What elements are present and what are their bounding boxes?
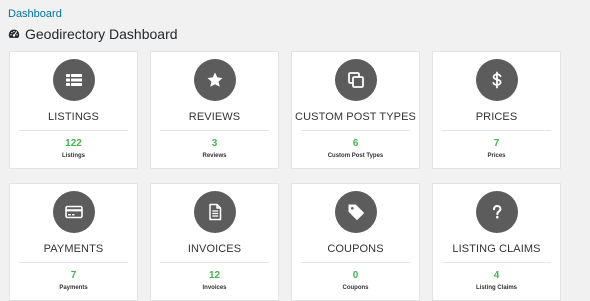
reviews-sub-label: Reviews [202, 153, 227, 159]
coupons-icon-circle [334, 191, 377, 233]
prices-title: PRICES [475, 111, 518, 123]
reviews-count: 3 [211, 138, 218, 149]
invoices-title: INVOICES [187, 243, 242, 255]
card-divider [19, 262, 128, 263]
card-divider [301, 130, 410, 131]
listing-claims-title: LISTING CLAIMS [452, 243, 541, 255]
coupons-card[interactable]: COUPONS 0 Coupons [291, 183, 420, 301]
question-icon [492, 204, 501, 219]
breadcrumb-dashboard-link[interactable]: Dashboard [8, 8, 62, 20]
reviews-card[interactable]: REVIEWS 3 Reviews [150, 51, 279, 169]
payments-count: 7 [70, 270, 77, 281]
coupons-count: 0 [352, 270, 359, 281]
invoices-count: 12 [208, 270, 221, 281]
custom-post-types-count: 6 [352, 138, 359, 149]
listing-claims-icon-circle [475, 191, 518, 233]
star-icon [207, 72, 222, 87]
dashboard-gauge-icon [8, 29, 20, 38]
payments-title: PAYMENTS [43, 243, 104, 255]
custom-post-types-sub-label: Custom Post Types [327, 153, 384, 159]
card-divider [442, 262, 551, 263]
reviews-icon-circle [193, 59, 236, 101]
invoices-sub-label: Invoices [202, 285, 227, 291]
coupons-title: COUPONS [327, 243, 384, 255]
custom-post-types-card[interactable]: CUSTOM POST TYPES 6 Custom Post Types [291, 51, 420, 169]
list-icon [65, 74, 82, 86]
payments-card[interactable]: PAYMENTS 7 Payments [9, 183, 138, 301]
payments-icon-circle [52, 191, 95, 233]
custom-post-types-title: CUSTOM POST TYPES [295, 111, 416, 123]
tag-icon [348, 204, 364, 220]
prices-icon-circle [475, 59, 518, 101]
card-divider [160, 130, 269, 131]
invoices-icon-circle [193, 191, 236, 233]
prices-sub-label: Prices [487, 153, 506, 159]
custom-post-types-icon-circle [334, 59, 377, 101]
card-divider [301, 262, 410, 263]
dashboard-cards-grid: LISTINGS 122 Listings REVIEWS 3 Reviews … [9, 51, 561, 301]
dollar-icon [491, 71, 502, 89]
prices-card[interactable]: PRICES 7 Prices [432, 51, 561, 169]
listings-icon-circle [52, 59, 95, 101]
prices-count: 7 [493, 138, 500, 149]
listing-claims-count: 4 [493, 270, 500, 281]
card-divider [160, 262, 269, 263]
payments-sub-label: Payments [59, 285, 88, 291]
coupons-sub-label: Coupons [342, 285, 369, 291]
reviews-title: REVIEWS [188, 111, 241, 123]
page-title-text: Geodirectory Dashboard [25, 26, 178, 42]
listings-count: 122 [65, 138, 82, 149]
listings-title: LISTINGS [48, 111, 99, 123]
credit-card-icon [64, 205, 83, 219]
listing-claims-sub-label: Listing Claims [475, 285, 517, 291]
card-divider [442, 130, 551, 131]
card-divider [19, 130, 128, 131]
clone-icon [347, 72, 364, 88]
listings-sub-label: Listings [61, 153, 85, 159]
listing-claims-card[interactable]: LISTING CLAIMS 4 Listing Claims [432, 183, 561, 301]
invoices-card[interactable]: INVOICES 12 Invoices [150, 183, 279, 301]
file-text-icon [208, 203, 221, 221]
listings-card[interactable]: LISTINGS 122 Listings [9, 51, 138, 169]
page-title: Geodirectory Dashboard [8, 26, 178, 42]
